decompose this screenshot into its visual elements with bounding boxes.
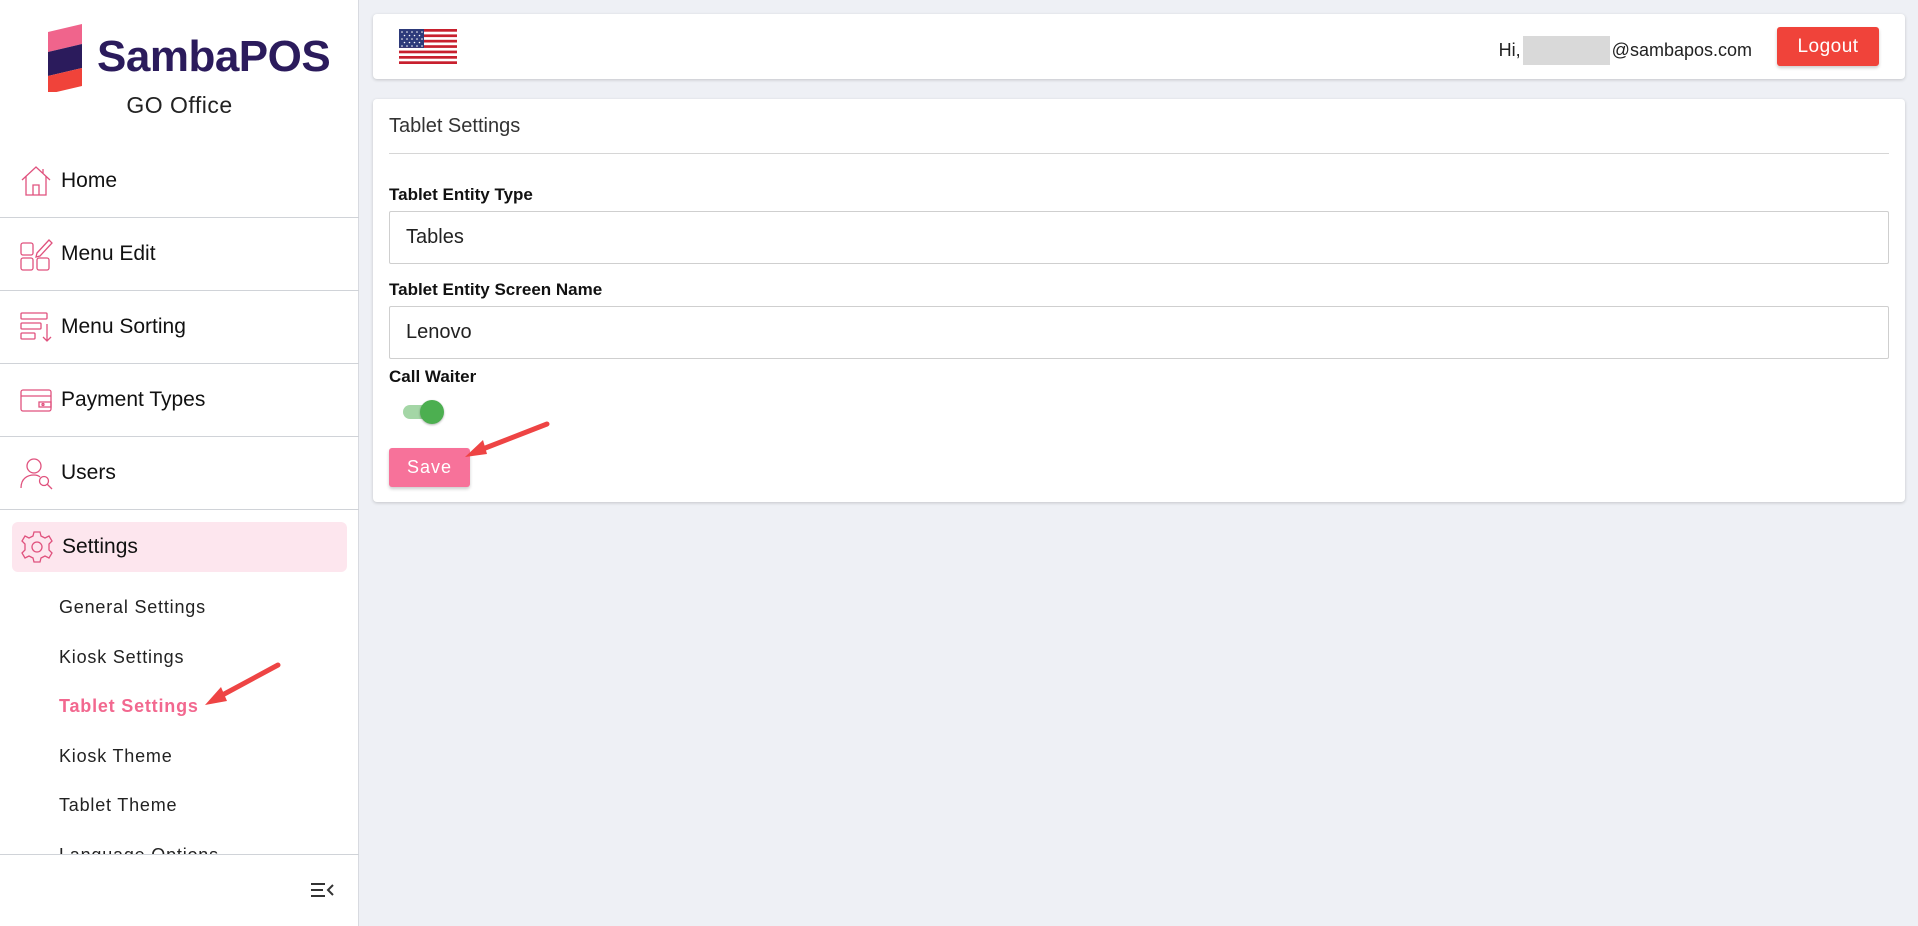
sidebar-item-label: Home: [61, 169, 118, 192]
user-email-domain: @sambapos.com: [1611, 40, 1752, 60]
redacted-username: [1522, 36, 1610, 65]
submenu-item-kiosk-settings[interactable]: Kiosk Settings: [0, 633, 359, 683]
submenu-item-kiosk-theme[interactable]: Kiosk Theme: [0, 732, 359, 782]
menu-sorting-icon: [18, 309, 54, 345]
annotation-arrow-save: [465, 421, 550, 457]
users-icon: [18, 455, 54, 491]
sidebar-item-menu-edit[interactable]: Menu Edit: [0, 218, 359, 291]
toggle-knob: [420, 400, 444, 424]
annotation-arrow-tablet-settings: [205, 662, 281, 705]
tablet-settings-card: Tablet Settings Tablet Entity Type Table…: [373, 99, 1905, 502]
home-icon: [18, 163, 54, 199]
sidebar-footer: [0, 854, 359, 926]
user-greeting: Hi, @sambapos.com: [1499, 36, 1752, 65]
us-flag-icon[interactable]: [399, 29, 457, 64]
sidebar-nav: Home Menu Edit Menu Sorting Payment Type…: [0, 145, 359, 584]
submenu-item-tablet-theme[interactable]: Tablet Theme: [0, 781, 359, 831]
submenu-item-language-options[interactable]: Language Options: [0, 831, 359, 854]
sidebar-item-label: Payment Types: [61, 388, 206, 411]
brand-subtitle: GO Office: [126, 92, 233, 118]
sidebar-item-label: Menu Edit: [61, 242, 156, 265]
sambapos-logo-icon: [48, 24, 82, 92]
tablet-entity-screen-name-input[interactable]: [389, 306, 1889, 359]
brand-name: SambaPOS: [97, 32, 331, 81]
sidebar-item-users[interactable]: Users: [0, 437, 359, 510]
sidebar-item-payment-types[interactable]: Payment Types: [0, 364, 359, 437]
submenu-item-tablet-settings[interactable]: Tablet Settings: [0, 682, 359, 732]
tablet-entity-type-label: Tablet Entity Type: [389, 185, 533, 204]
sidebar: SambaPOS GO Office Home Menu Edit Menu S…: [0, 0, 359, 926]
sidebar-item-label: Menu Sorting: [61, 315, 186, 338]
tablet-entity-type-input[interactable]: [389, 211, 1889, 264]
call-waiter-label: Call Waiter: [389, 367, 477, 386]
payment-types-icon: [18, 382, 54, 418]
collapse-menu-icon[interactable]: [309, 879, 335, 901]
settings-submenu: General Settings Kiosk Settings Tablet S…: [0, 583, 359, 854]
page-title: Tablet Settings: [389, 115, 521, 137]
call-waiter-toggle[interactable]: [403, 399, 444, 424]
greeting-prefix: Hi,: [1498, 40, 1521, 60]
title-divider: [389, 153, 1889, 154]
tablet-entity-screen-name-label: Tablet Entity Screen Name: [389, 280, 603, 299]
sidebar-item-label: Settings: [62, 535, 138, 558]
menu-edit-icon: [18, 236, 54, 272]
brand-logo[interactable]: SambaPOS GO Office: [0, 0, 359, 140]
sidebar-item-settings[interactable]: Settings: [0, 510, 359, 584]
sidebar-item-menu-sorting[interactable]: Menu Sorting: [0, 291, 359, 364]
gear-icon: [19, 529, 55, 565]
save-button[interactable]: Save: [389, 448, 470, 487]
logout-button[interactable]: Logout: [1777, 27, 1879, 66]
top-bar: Hi, @sambapos.com Logout: [373, 14, 1905, 79]
sidebar-item-home[interactable]: Home: [0, 145, 359, 218]
submenu-item-general-settings[interactable]: General Settings: [0, 583, 359, 633]
sidebar-item-label: Users: [61, 461, 116, 484]
